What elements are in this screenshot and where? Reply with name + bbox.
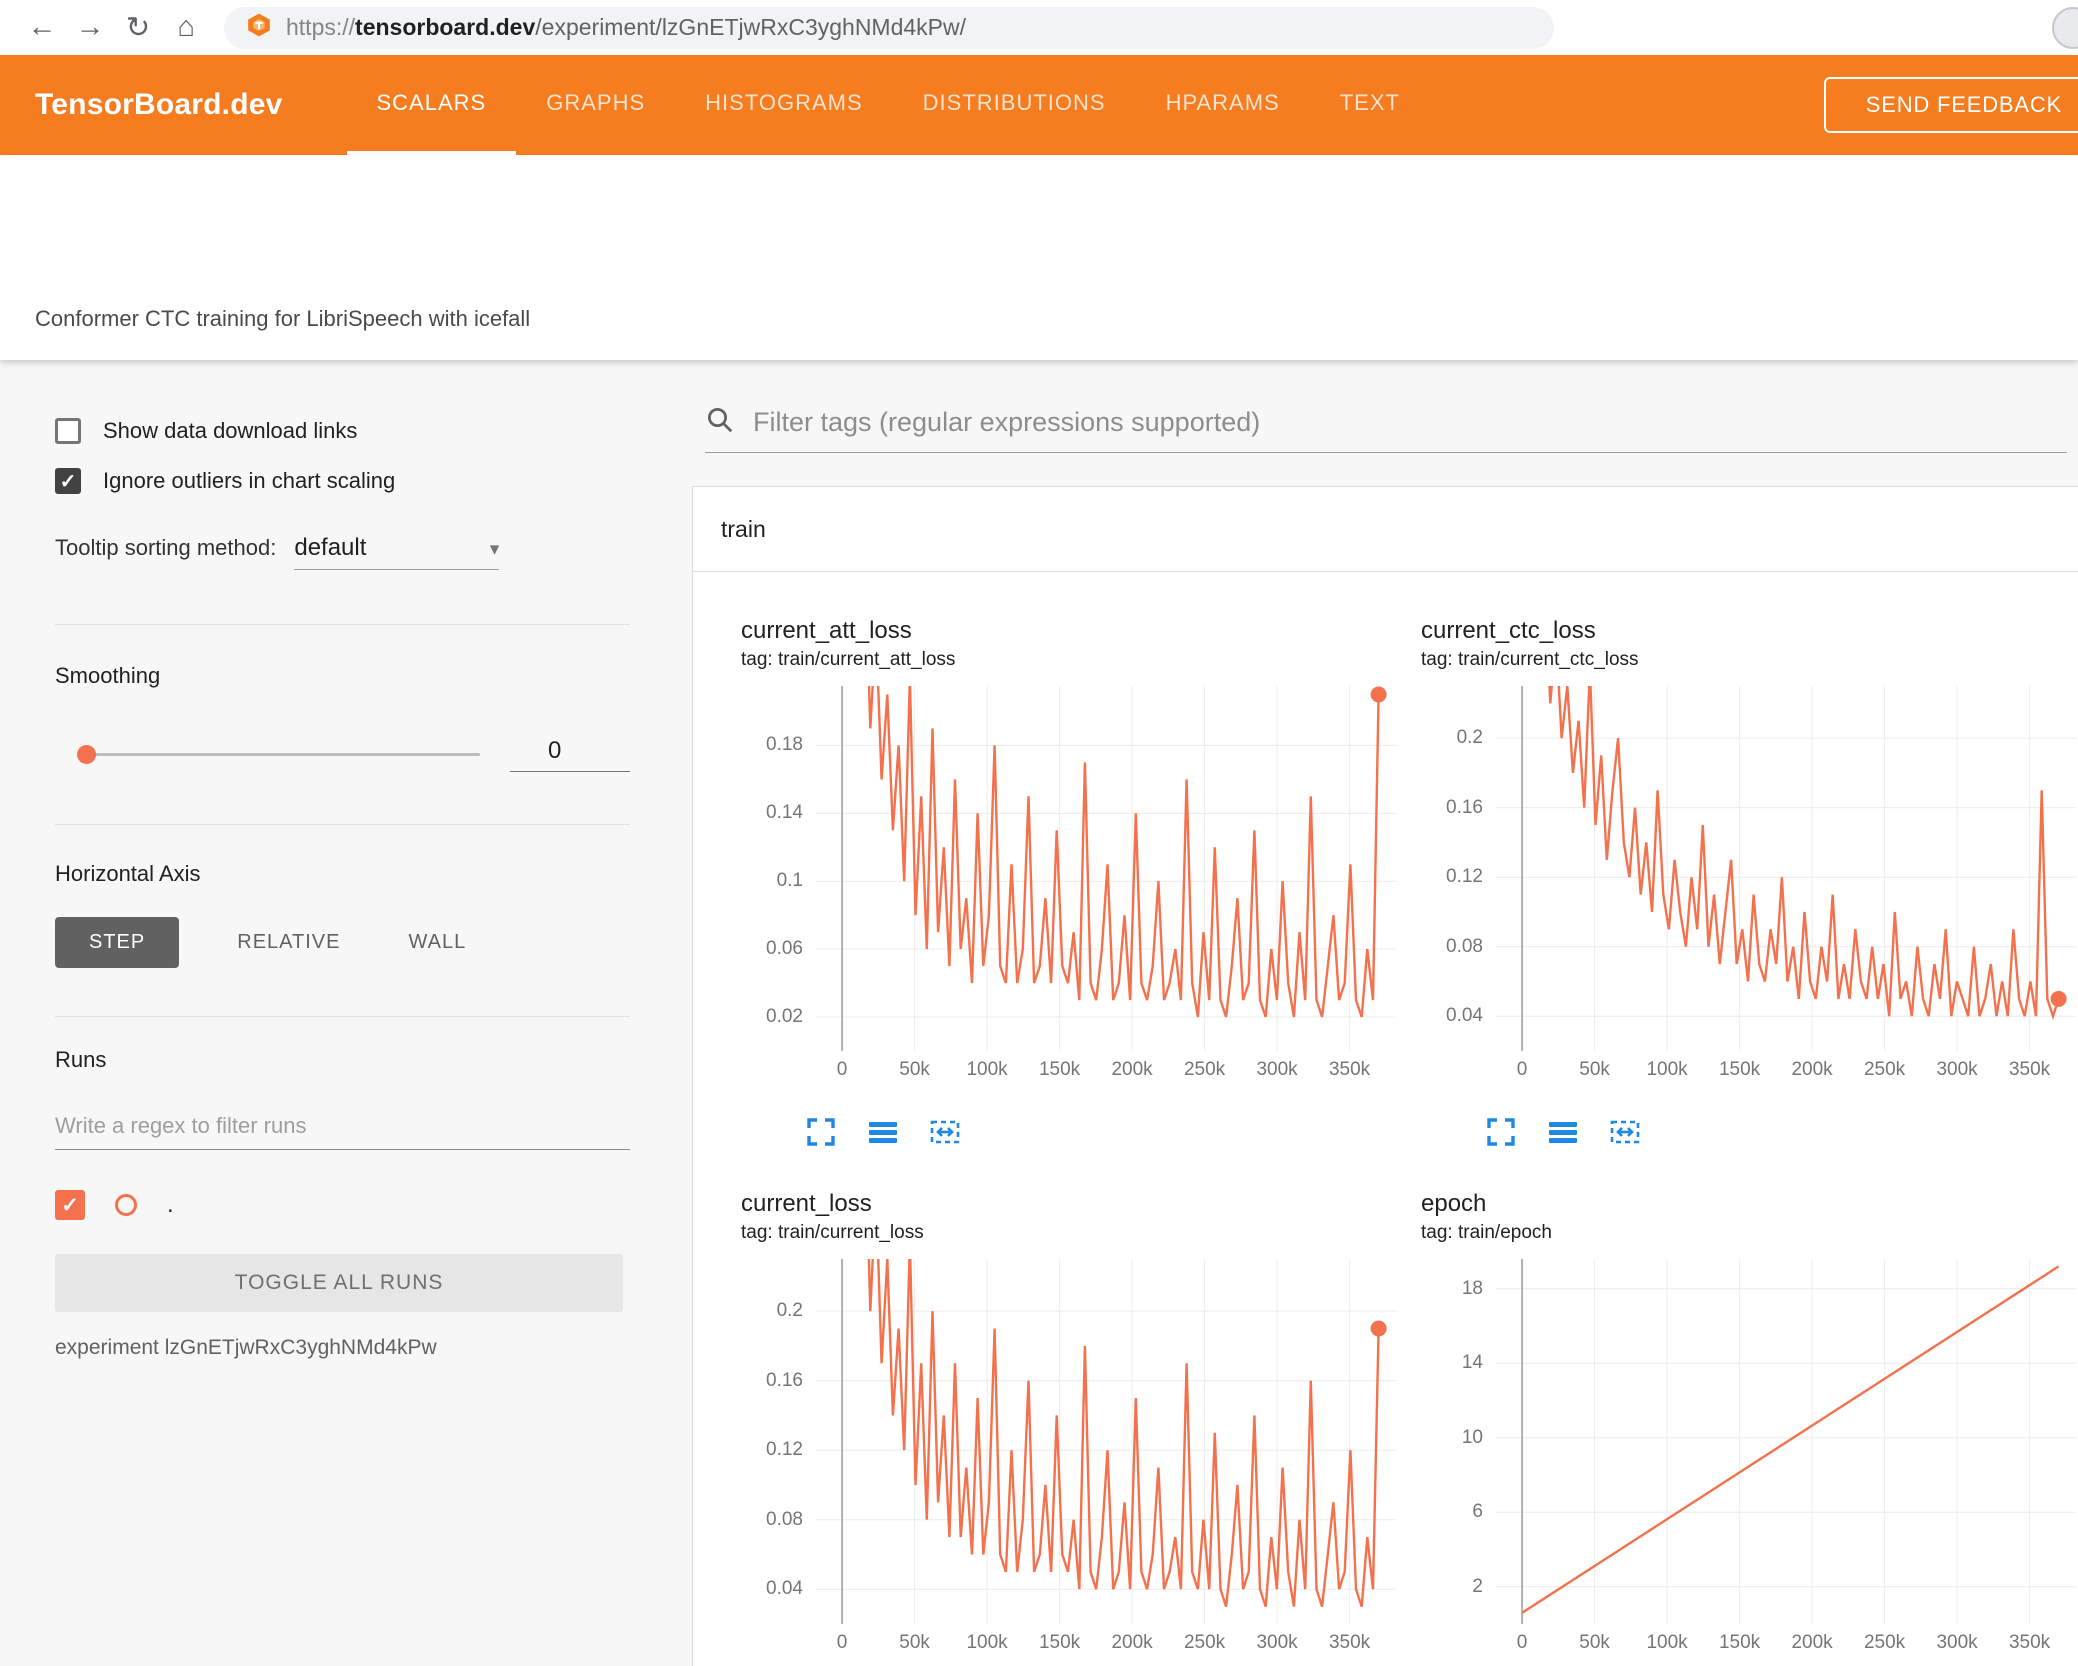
run-color-icon[interactable]: [115, 1194, 137, 1216]
chart-card-current-loss: current_loss tag: train/current_loss 0.0…: [741, 1189, 1401, 1666]
search-icon: [705, 405, 735, 440]
filter-tags-row: [705, 405, 2067, 453]
check-icon: ✓: [61, 1193, 79, 1217]
show-download-links-row: Show data download links: [55, 418, 660, 444]
axis-wall-button[interactable]: WALL: [398, 917, 476, 968]
toggle-y-axis-icon[interactable]: [865, 1115, 901, 1149]
experiment-title-band: Conformer CTC training for LibriSpeech w…: [0, 155, 2078, 360]
url-text: https://tensorboard.dev/experiment/lzGnE…: [286, 14, 967, 40]
browser-toolbar: ← → ↻ ⌂ https://tensorboard.dev/experime…: [0, 0, 2078, 55]
tab-scalars[interactable]: SCALARS: [346, 55, 517, 155]
tab-histograms[interactable]: HISTOGRAMS: [675, 55, 893, 155]
line-chart-current-att-loss[interactable]: 0.02 0.06 0.1 0.14 0.18 0 50k 100k 150k 200k 250k 3…: [741, 686, 1401, 1093]
chart-card-current-att-loss: current_att_loss tag: train/current_att_…: [741, 616, 1401, 1149]
back-icon[interactable]: ←: [18, 6, 66, 50]
divider: [55, 624, 630, 625]
train-group-header[interactable]: train: [693, 487, 2078, 572]
train-card: train current_att_loss tag: train/curren…: [692, 486, 2078, 1666]
chart-tag: tag: train/current_loss: [741, 1222, 924, 1243]
toggle-y-axis-icon[interactable]: [1545, 1115, 1581, 1149]
chart-title: current_ctc_loss: [1421, 617, 1596, 644]
train-group-title: train: [721, 515, 766, 542]
nav-tabs: SCALARS GRAPHS HISTOGRAMS DISTRIBUTIONS …: [346, 55, 1430, 155]
run-checkbox[interactable]: ✓: [55, 1190, 85, 1220]
smoothing-slider-row: 0: [55, 737, 630, 772]
runs-label: Runs: [55, 1047, 107, 1072]
send-feedback-button[interactable]: SEND FEEDBACK: [1823, 77, 2078, 133]
chevron-down-icon: ▾: [489, 539, 500, 560]
tooltip-sorting-row: Tooltip sorting method: default ▾: [55, 534, 660, 570]
browser-avatar[interactable]: [2052, 7, 2078, 49]
home-icon[interactable]: ⌂: [162, 6, 210, 50]
brand-title: TensorBoard.dev: [35, 88, 283, 121]
line-chart-current-ctc-loss[interactable]: 0.04 0.08 0.12 0.16 0.2 0 50k 100k 150k 200k 250k 3…: [1421, 686, 2078, 1093]
chart-title: current_att_loss: [741, 617, 912, 644]
experiment-title: Conformer CTC training for LibriSpeech w…: [35, 306, 531, 331]
forward-icon[interactable]: →: [66, 6, 114, 50]
chart-card-epoch: epoch tag: train/epoch 2 6 10 14 18 0 50k 100k 1…: [1421, 1189, 2078, 1666]
chart-tag: tag: train/epoch: [1421, 1222, 1552, 1243]
charts-grid: current_att_loss tag: train/current_att_…: [693, 572, 2078, 1666]
expand-chart-icon[interactable]: [803, 1115, 839, 1149]
chart-actions: [1483, 1115, 2078, 1149]
chart-title: epoch: [1421, 1190, 1487, 1217]
main-panel: train current_att_loss tag: train/curren…: [660, 360, 2078, 1666]
address-bar[interactable]: https://tensorboard.dev/experiment/lzGnE…: [224, 6, 1554, 49]
chart-title: current_loss: [741, 1190, 872, 1217]
tab-graphs[interactable]: GRAPHS: [516, 55, 675, 155]
smoothing-value[interactable]: 0: [510, 737, 630, 772]
tensorboard-favicon-icon: [246, 12, 272, 43]
divider: [55, 1016, 630, 1017]
horizontal-axis-buttons: STEP RELATIVE WALL: [55, 917, 660, 968]
toggle-all-runs-button[interactable]: TOGGLE ALL RUNS: [55, 1254, 623, 1312]
axis-relative-button[interactable]: RELATIVE: [227, 917, 350, 968]
tab-distributions[interactable]: DISTRIBUTIONS: [893, 55, 1136, 155]
filter-tags-input[interactable]: [753, 407, 2067, 438]
reload-icon[interactable]: ↻: [114, 6, 162, 50]
chart-actions: [803, 1115, 1401, 1149]
ignore-outliers-row: ✓ Ignore outliers in chart scaling: [55, 468, 660, 494]
tooltip-sorting-dropdown[interactable]: default ▾: [294, 534, 500, 570]
axis-step-button[interactable]: STEP: [55, 917, 180, 968]
tooltip-sorting-value: default: [294, 534, 367, 561]
experiment-id: experiment lzGnETjwRxC3yghNMd4kPw: [55, 1336, 437, 1359]
divider: [55, 824, 630, 825]
expand-chart-icon[interactable]: [1483, 1115, 1519, 1149]
chart-tag: tag: train/current_ctc_loss: [1421, 649, 1639, 670]
horizontal-axis-label: Horizontal Axis: [55, 861, 201, 886]
tab-hparams[interactable]: HPARAMS: [1136, 55, 1310, 155]
show-download-links-label: Show data download links: [103, 418, 358, 443]
settings-sidebar: Show data download links ✓ Ignore outlie…: [0, 360, 660, 1666]
run-name: .: [167, 1191, 174, 1218]
fit-domain-icon[interactable]: [927, 1115, 963, 1149]
show-download-links-checkbox[interactable]: [55, 418, 81, 444]
ignore-outliers-label: Ignore outliers in chart scaling: [103, 468, 396, 493]
check-icon: ✓: [59, 470, 77, 493]
smoothing-label: Smoothing: [55, 663, 161, 688]
line-chart-current-loss[interactable]: 0.04 0.08 0.12 0.16 0.2 0 50k 100k 150k 200k 250k 3…: [741, 1259, 1401, 1666]
chart-tag: tag: train/current_att_loss: [741, 649, 956, 670]
tab-text[interactable]: TEXT: [1310, 55, 1430, 155]
page: { "icons": { "back": "←", "forward": "→"…: [0, 0, 2078, 1666]
tooltip-sorting-label: Tooltip sorting method:: [55, 535, 277, 560]
ignore-outliers-checkbox[interactable]: ✓: [55, 468, 81, 494]
chart-card-current-ctc-loss: current_ctc_loss tag: train/current_ctc_…: [1421, 616, 2078, 1149]
runs-filter-input[interactable]: [55, 1113, 630, 1150]
smoothing-slider[interactable]: [77, 745, 480, 764]
app-header: TensorBoard.dev SCALARS GRAPHS HISTOGRAM…: [0, 55, 2078, 155]
smoothing-slider-thumb[interactable]: [77, 745, 96, 764]
content: Show data download links ✓ Ignore outlie…: [0, 360, 2078, 1666]
fit-domain-icon[interactable]: [1607, 1115, 1643, 1149]
line-chart-epoch[interactable]: 2 6 10 14 18 0 50k 100k 150k 200k 250k 300k 350k: [1421, 1259, 2078, 1666]
run-row: ✓ .: [55, 1190, 660, 1220]
